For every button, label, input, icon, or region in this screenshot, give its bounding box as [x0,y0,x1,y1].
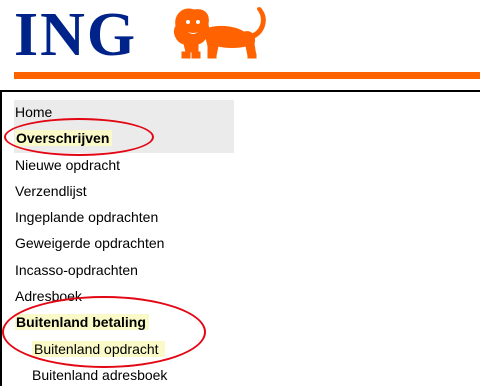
menu-item-label: Geweigerde opdrachten [15,235,165,252]
logo-text: ING [14,1,138,69]
menu-item-ingeplande-opdrachten[interactable]: Ingeplande opdrachten [14,205,234,231]
menu-item-geweigerde-opdrachten[interactable]: Geweigerde opdrachten [14,231,234,257]
lion-logo-icon [173,7,266,59]
brand-divider-bar [14,72,480,79]
menu-item-label: Incasso-opdrachten [15,261,138,278]
menu-item-label: Home [15,104,53,120]
menu-item-incasso-opdrachten[interactable]: Incasso-opdrachten [14,258,234,284]
menu-item-label: Verzendlijst [15,182,87,199]
annotation-oval-overschrijven [4,118,154,156]
menu-item-label: Ingeplande opdrachten [15,209,159,226]
menu-item-verzendlijst[interactable]: Verzendlijst [14,179,234,205]
annotation-oval-buitenland [2,296,206,368]
menu-item-nieuwe-opdracht[interactable]: Nieuwe opdracht [14,153,234,179]
menu-item-label: Buitenland adresboek [32,366,168,383]
menu-item-label: Nieuwe opdracht [15,156,121,173]
